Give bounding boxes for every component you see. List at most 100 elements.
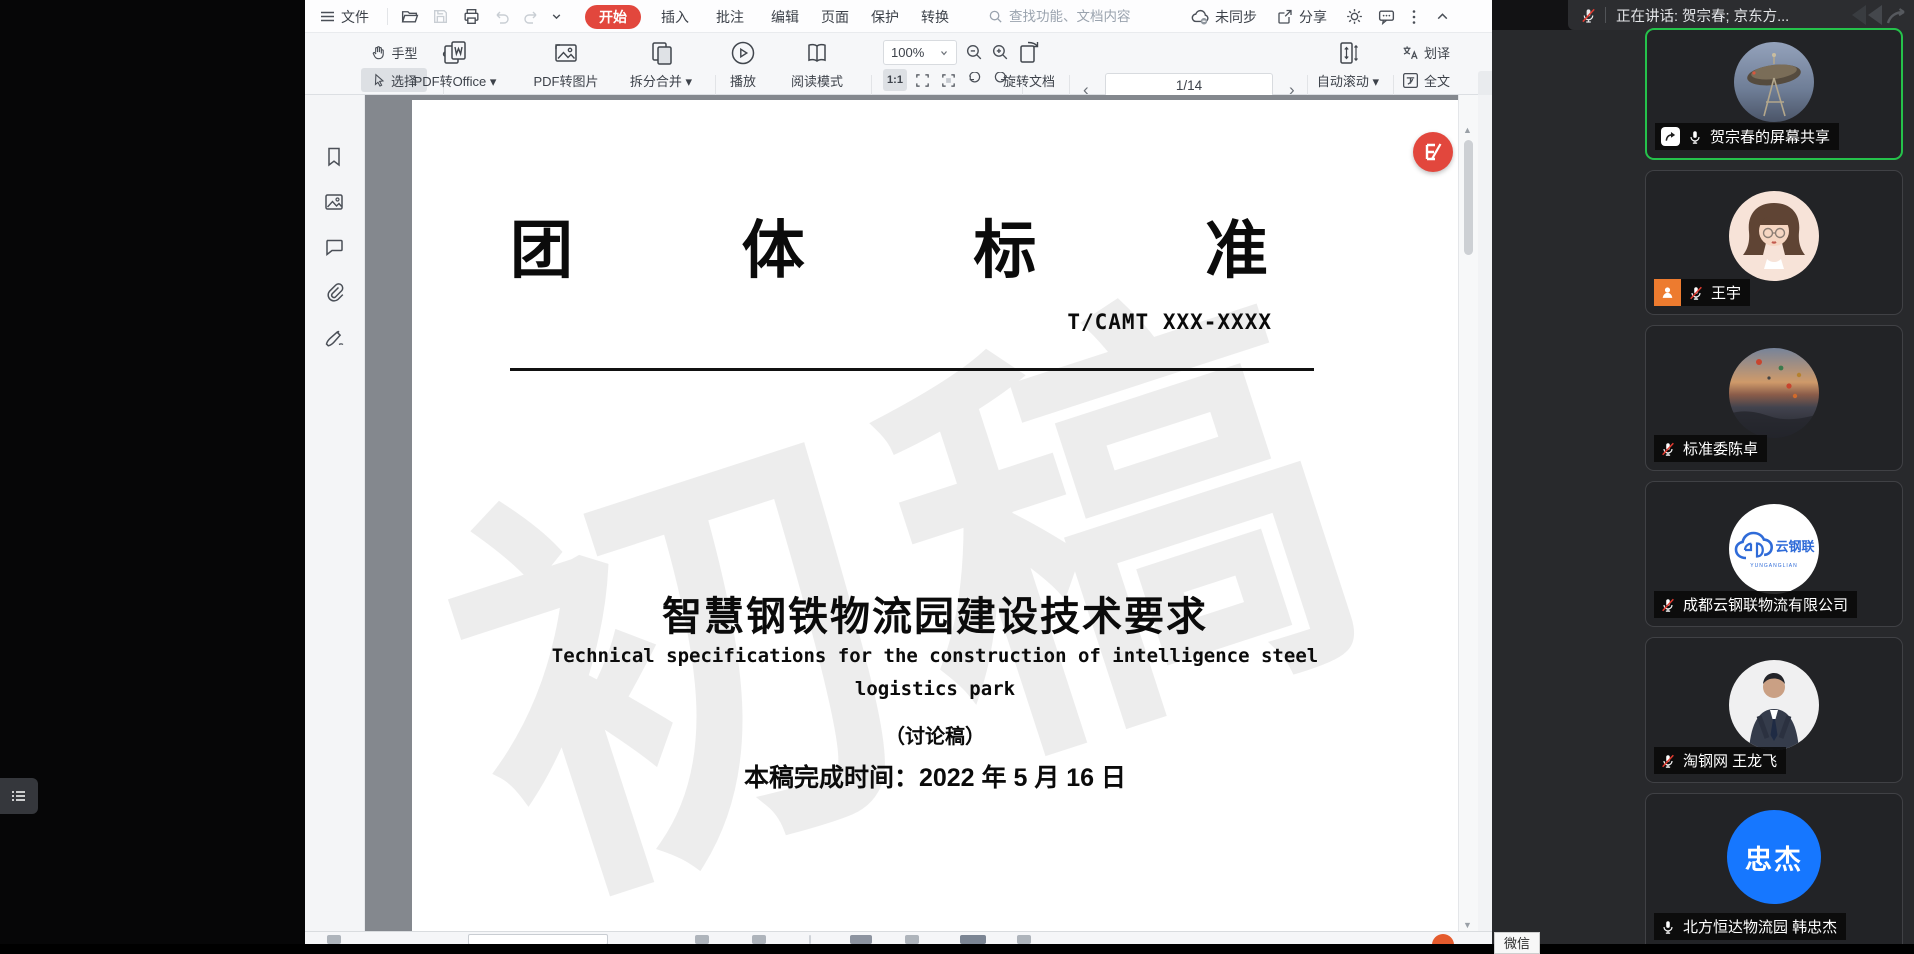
page-indicator-input[interactable]	[1106, 74, 1272, 97]
participant-avatar-company-logo: 云钢联 YUNGANGLIAN	[1729, 504, 1819, 594]
attachment-icon[interactable]	[322, 280, 348, 306]
standard-code: T/CAMT XXX-XXXX	[510, 310, 1272, 334]
actual-size-button[interactable]: 1:1	[883, 69, 907, 91]
toolbar-icon[interactable]	[752, 935, 766, 944]
outline-panel-button[interactable]	[0, 778, 38, 814]
print-button[interactable]	[462, 0, 481, 33]
word-translate-button[interactable]: 划译	[1401, 41, 1487, 63]
participant-avatar-illustrated-portrait	[1729, 191, 1819, 281]
rotate-doc-button[interactable]: 旋转文档	[993, 38, 1065, 90]
share-button[interactable]: 分享	[1276, 0, 1327, 33]
wechat-tooltip: 微信	[1494, 932, 1540, 954]
document-subtitle-en-1: Technical specifications for the constru…	[412, 645, 1458, 667]
tab-insert[interactable]: 插入	[654, 0, 696, 33]
pdf-to-office-button[interactable]: PDF转Office ▾	[405, 38, 505, 90]
participant-tile[interactable]: 王宇	[1645, 170, 1903, 315]
zoom-level-dropdown[interactable]: 100%	[883, 40, 957, 65]
feedback-button[interactable]	[1377, 0, 1396, 33]
pdf-to-image-button[interactable]: PDF转图片	[523, 38, 609, 90]
read-mode-label: 阅读模式	[791, 71, 843, 90]
split-merge-label: 拆分合并 ▾	[630, 71, 692, 90]
save-icon	[431, 7, 450, 26]
zoom-out-button[interactable]	[963, 41, 985, 63]
toolbar-input[interactable]	[468, 934, 608, 944]
participant-tile[interactable]: 云钢联 YUNGANGLIAN 成都云钢联物流有限公司	[1645, 481, 1903, 627]
toolbar-icon[interactable]	[960, 935, 986, 944]
toolbar-icon[interactable]	[850, 935, 872, 944]
toolbar-icon[interactable]	[1017, 935, 1031, 944]
save-button[interactable]	[431, 0, 450, 33]
tab-page[interactable]: 页面	[814, 0, 856, 33]
tab-comment[interactable]: 批注	[709, 0, 751, 33]
full-translate-button[interactable]: 全文	[1401, 69, 1487, 91]
header-rule	[510, 368, 1314, 371]
undo-button[interactable]	[493, 0, 511, 33]
participant-avatar-initials: 忠杰	[1727, 810, 1821, 904]
vertical-scrollbar[interactable]: ▲ ▼	[1458, 95, 1478, 944]
image-panel-icon[interactable]	[322, 190, 348, 216]
tab-protect[interactable]: 保护	[864, 0, 906, 33]
tab-home[interactable]: 开始	[585, 5, 641, 29]
auto-scroll-button[interactable]: 自动滚动 ▾	[1308, 38, 1388, 90]
mic-icon	[1687, 129, 1703, 145]
scroll-down-arrow[interactable]: ▼	[1463, 920, 1472, 930]
header-char: 体	[742, 200, 805, 291]
video-conference-window: 正在讲话: 贺宗春; 京东方...	[1492, 0, 1914, 944]
collapse-toolbar-button[interactable]	[1435, 0, 1450, 33]
toolbar-icon[interactable]	[905, 935, 919, 944]
cursor-icon	[371, 72, 387, 88]
search-input[interactable]	[1009, 9, 1209, 24]
toolbar-icon[interactable]	[695, 935, 709, 944]
participant-tile[interactable]: 忠杰 北方恒达物流园 韩忠杰	[1645, 793, 1903, 944]
scrollbar-thumb[interactable]	[1464, 140, 1473, 255]
pdf-page: 初稿 团 体 标 准 T/CAMT XXX-XXXX 智慧钢铁物流园建设技术要求…	[412, 100, 1458, 944]
sync-status-button[interactable]: 未同步	[1190, 0, 1257, 33]
bookmark-icon[interactable]	[322, 145, 348, 171]
search-icon	[988, 9, 1003, 24]
read-mode-button[interactable]: 阅读模式	[777, 38, 857, 90]
signature-icon[interactable]	[322, 325, 348, 351]
fit-page-button[interactable]	[937, 69, 959, 91]
participant-label: 淘钢网 王龙飞	[1654, 747, 1786, 774]
participant-tile[interactable]: 贺宗春的屏幕共享	[1645, 28, 1903, 160]
hand-icon	[370, 44, 387, 61]
desktop-background-strip	[0, 0, 305, 944]
redo-button[interactable]	[522, 0, 540, 33]
logo-text: 云钢联	[1775, 536, 1814, 555]
mic-muted-icon	[1580, 7, 1597, 24]
participant-avatar-radio-telescope	[1734, 42, 1814, 122]
rotate-left-button[interactable]	[963, 69, 985, 91]
participant-name: 王宇	[1711, 282, 1741, 303]
split-merge-button[interactable]: 拆分合并 ▾	[617, 38, 705, 90]
participant-avatar-balloons-photo	[1729, 348, 1819, 438]
scroll-up-arrow[interactable]: ▲	[1463, 125, 1472, 135]
share-label: 分享	[1299, 7, 1327, 27]
full-translate-icon	[1401, 71, 1420, 90]
draft-label: （讨论稿）	[412, 720, 1458, 749]
settings-button[interactable]	[1345, 0, 1364, 33]
chevron-down-icon	[551, 11, 562, 22]
tab-edit[interactable]: 编辑	[764, 0, 806, 33]
titlebar: 文件	[305, 0, 1492, 33]
main-menu-button[interactable]: 文件	[319, 0, 369, 33]
screen-share-icon	[1661, 127, 1680, 146]
chat-icon	[1377, 7, 1396, 26]
more-menu-button[interactable]	[1411, 0, 1417, 33]
quick-access-dropdown[interactable]	[551, 0, 562, 33]
participant-tile[interactable]: 淘钢网 王龙飞	[1645, 637, 1903, 783]
document-title: 智慧钢铁物流园建设技术要求	[412, 584, 1458, 642]
toolbar-icon[interactable]	[327, 935, 341, 944]
fit-width-button[interactable]	[911, 69, 933, 91]
play-button[interactable]: 播放	[720, 38, 766, 90]
folder-open-icon	[400, 7, 419, 26]
play-icon	[728, 38, 758, 68]
cloud-sync-icon	[1190, 7, 1210, 27]
tab-convert[interactable]: 转换	[914, 0, 956, 33]
open-file-button[interactable]	[400, 0, 419, 33]
print-icon	[462, 7, 481, 26]
quick-edit-badge[interactable]	[1413, 132, 1453, 172]
actual-size-label: 1:1	[887, 74, 903, 86]
comment-panel-icon[interactable]	[322, 235, 348, 261]
participant-tile[interactable]: 标准委陈卓	[1645, 325, 1903, 471]
participant-label: 王宇	[1654, 279, 1750, 306]
